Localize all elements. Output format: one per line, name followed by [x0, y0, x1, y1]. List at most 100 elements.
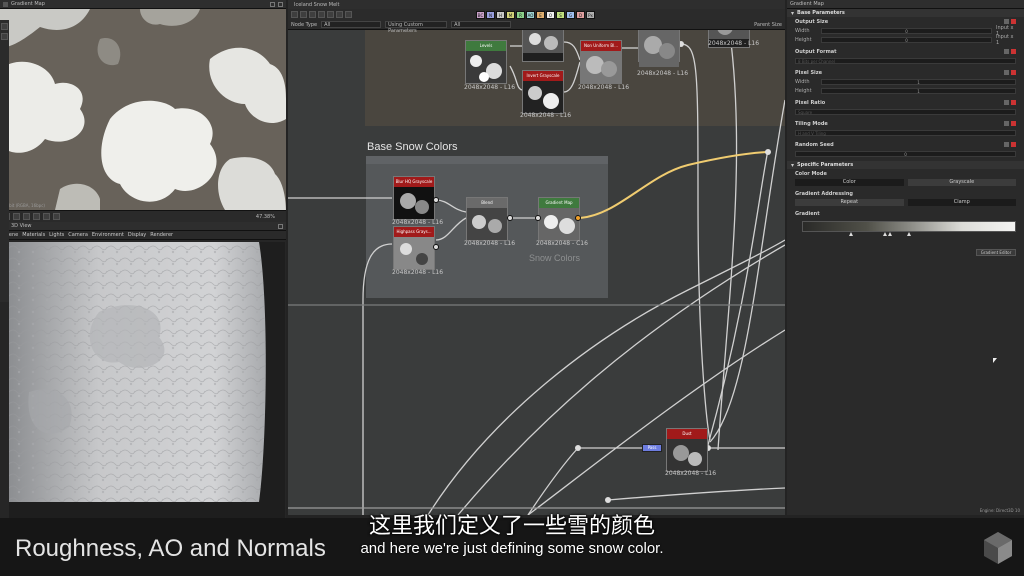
lock-icon[interactable] — [1004, 19, 1009, 24]
color-mode-color-button[interactable]: Color — [795, 179, 904, 186]
output-chip[interactable]: H — [496, 10, 505, 19]
tile-button[interactable] — [23, 213, 30, 220]
lock-icon[interactable] — [1004, 121, 1009, 126]
node-blur-hq-grayscale[interactable]: Blur HQ Grayscale — [393, 176, 435, 220]
panel-pin-icon[interactable] — [3, 1, 8, 7]
color-mode-grayscale-button[interactable]: Grayscale — [907, 179, 1016, 186]
node-caption: 2048x2048 - L16 — [520, 112, 572, 119]
graph-tool-button[interactable] — [300, 11, 307, 18]
properties-panel: Gradient Map ▾ Base Parameters Output Si… — [787, 0, 1024, 515]
subtitle-chinese: 这里我们定义了一些雪的颜色 — [368, 514, 655, 539]
menu-display[interactable]: Display — [128, 232, 146, 238]
param-icons — [1004, 100, 1016, 105]
reset-icon[interactable] — [1011, 142, 1016, 147]
gradient-stop[interactable] — [906, 232, 911, 236]
channel-alpha-button[interactable] — [13, 213, 20, 220]
lock-icon[interactable] — [1004, 49, 1009, 54]
node-invert-grayscale[interactable]: Invert Grayscale — [522, 70, 564, 114]
node-blend[interactable]: Blend — [466, 197, 508, 241]
collapse-arrow-icon[interactable]: ▾ — [791, 162, 794, 169]
collapse-arrow-icon[interactable]: ▾ — [791, 10, 794, 17]
output-chip[interactable]: D — [576, 10, 585, 19]
lock-icon[interactable] — [1004, 142, 1009, 147]
gradient-label: Gradient — [795, 210, 820, 217]
zoom-level[interactable]: 47.38% — [256, 214, 283, 220]
menu-camera[interactable]: Camera — [68, 232, 88, 238]
output-chip[interactable]: O — [546, 10, 555, 19]
highpass-output-port[interactable] — [433, 244, 439, 250]
graph-tool-button[interactable] — [291, 11, 298, 18]
3d-view-viewport[interactable] — [9, 242, 285, 524]
gradient-stop[interactable] — [887, 232, 892, 236]
lock-icon[interactable] — [1004, 100, 1009, 105]
graph-editor-panel[interactable]: Iceland Snow Melt BC N H M R AO E O S G D Px Node T… — [288, 0, 785, 515]
node-thumbnail — [466, 51, 506, 83]
specific-parameters-section[interactable]: ▾ Specific Parameters — [787, 161, 1024, 169]
node-non-uniform-blur[interactable]: Non Uniform Bl... — [580, 40, 622, 84]
pixel-ratio-dropdown[interactable]: Square — [795, 108, 1016, 115]
pixel-height-slider[interactable]: 1 — [821, 87, 1016, 94]
reset-icon[interactable] — [1011, 19, 1016, 24]
output-width-slider[interactable]: 0 — [821, 27, 992, 34]
graph-tool-button[interactable] — [327, 11, 334, 18]
output-chip[interactable]: BC — [476, 10, 485, 19]
histogram-button[interactable] — [33, 213, 40, 220]
menu-environment[interactable]: Environment — [92, 232, 124, 238]
reset-icon[interactable] — [1011, 70, 1016, 75]
output-chip[interactable]: N — [486, 10, 495, 19]
tiling-mode-dropdown[interactable]: H and V Tiling — [795, 129, 1016, 136]
output-chip[interactable]: E — [536, 10, 545, 19]
close-panel-icon[interactable] — [278, 1, 283, 7]
reset-icon[interactable] — [1011, 100, 1016, 105]
menu-renderer[interactable]: Renderer — [150, 232, 173, 238]
reset-icon[interactable] — [1011, 49, 1016, 54]
params-filter-dropdown[interactable]: All — [451, 21, 512, 28]
graph-tool-button[interactable] — [318, 11, 325, 18]
addressing-repeat-button[interactable]: Repeat — [795, 199, 904, 206]
blur-output-port[interactable] — [433, 197, 439, 203]
menu-lights[interactable]: Lights — [49, 232, 64, 238]
base-parameters-section[interactable]: ▾ Base Parameters — [787, 9, 1024, 17]
node-highpass-grayscale[interactable]: Highpass Grays... — [393, 226, 435, 270]
graph-tool-button[interactable] — [309, 11, 316, 18]
node-pass[interactable]: Pass — [642, 444, 662, 452]
gradient-stop[interactable] — [849, 232, 854, 236]
reset-icon[interactable] — [1011, 121, 1016, 126]
blend-output-port[interactable] — [507, 215, 513, 221]
output-chip[interactable]: R — [516, 10, 525, 19]
export-button[interactable] — [53, 213, 60, 220]
gradient-preview[interactable] — [802, 221, 1016, 232]
node-tr[interactable] — [638, 28, 680, 67]
gradient-editor-button[interactable]: Gradient Editor — [976, 249, 1016, 256]
output-chip[interactable]: Px — [586, 10, 595, 19]
node-levels[interactable]: Levels — [465, 40, 507, 84]
graph-tool-button[interactable] — [336, 11, 343, 18]
output-format-dropdown[interactable]: 8 Bits per Channel — [795, 57, 1016, 64]
pixel-width-slider[interactable]: 1 — [821, 78, 1016, 85]
node-thumbnail — [581, 51, 621, 83]
color-picker-button[interactable] — [43, 213, 50, 220]
output-chip[interactable]: G — [566, 10, 575, 19]
node-title: Non Uniform Bl... — [581, 41, 621, 51]
node-type-dropdown[interactable]: All — [321, 21, 382, 28]
camera-tool-button[interactable] — [1, 23, 8, 30]
node-upper[interactable] — [522, 28, 564, 62]
output-chip[interactable]: S — [556, 10, 565, 19]
node-dust[interactable]: Dust — [666, 428, 708, 472]
node-gradient-map[interactable]: Gradient Map — [538, 197, 580, 241]
gradient-output-port[interactable] — [575, 215, 581, 221]
lock-icon[interactable] — [1004, 70, 1009, 75]
2d-view-canvas[interactable]: 16bit (RGBA, 16bpc) — [0, 9, 286, 210]
random-seed-slider[interactable]: 0 — [795, 150, 1016, 157]
addressing-clamp-button[interactable]: Clamp — [907, 199, 1016, 206]
graph-tool-button[interactable] — [345, 11, 352, 18]
close-panel-icon[interactable] — [278, 223, 283, 229]
output-height-slider[interactable]: 0 — [821, 36, 992, 43]
output-chip[interactable]: M — [506, 10, 515, 19]
params-dropdown[interactable]: Using Custom Parameters — [385, 21, 448, 34]
float-panel-icon[interactable] — [270, 1, 275, 7]
menu-materials[interactable]: Materials — [22, 232, 45, 238]
light-tool-button[interactable] — [1, 33, 8, 40]
gradient-input-port[interactable] — [535, 215, 541, 221]
output-chip[interactable]: AO — [526, 10, 535, 19]
